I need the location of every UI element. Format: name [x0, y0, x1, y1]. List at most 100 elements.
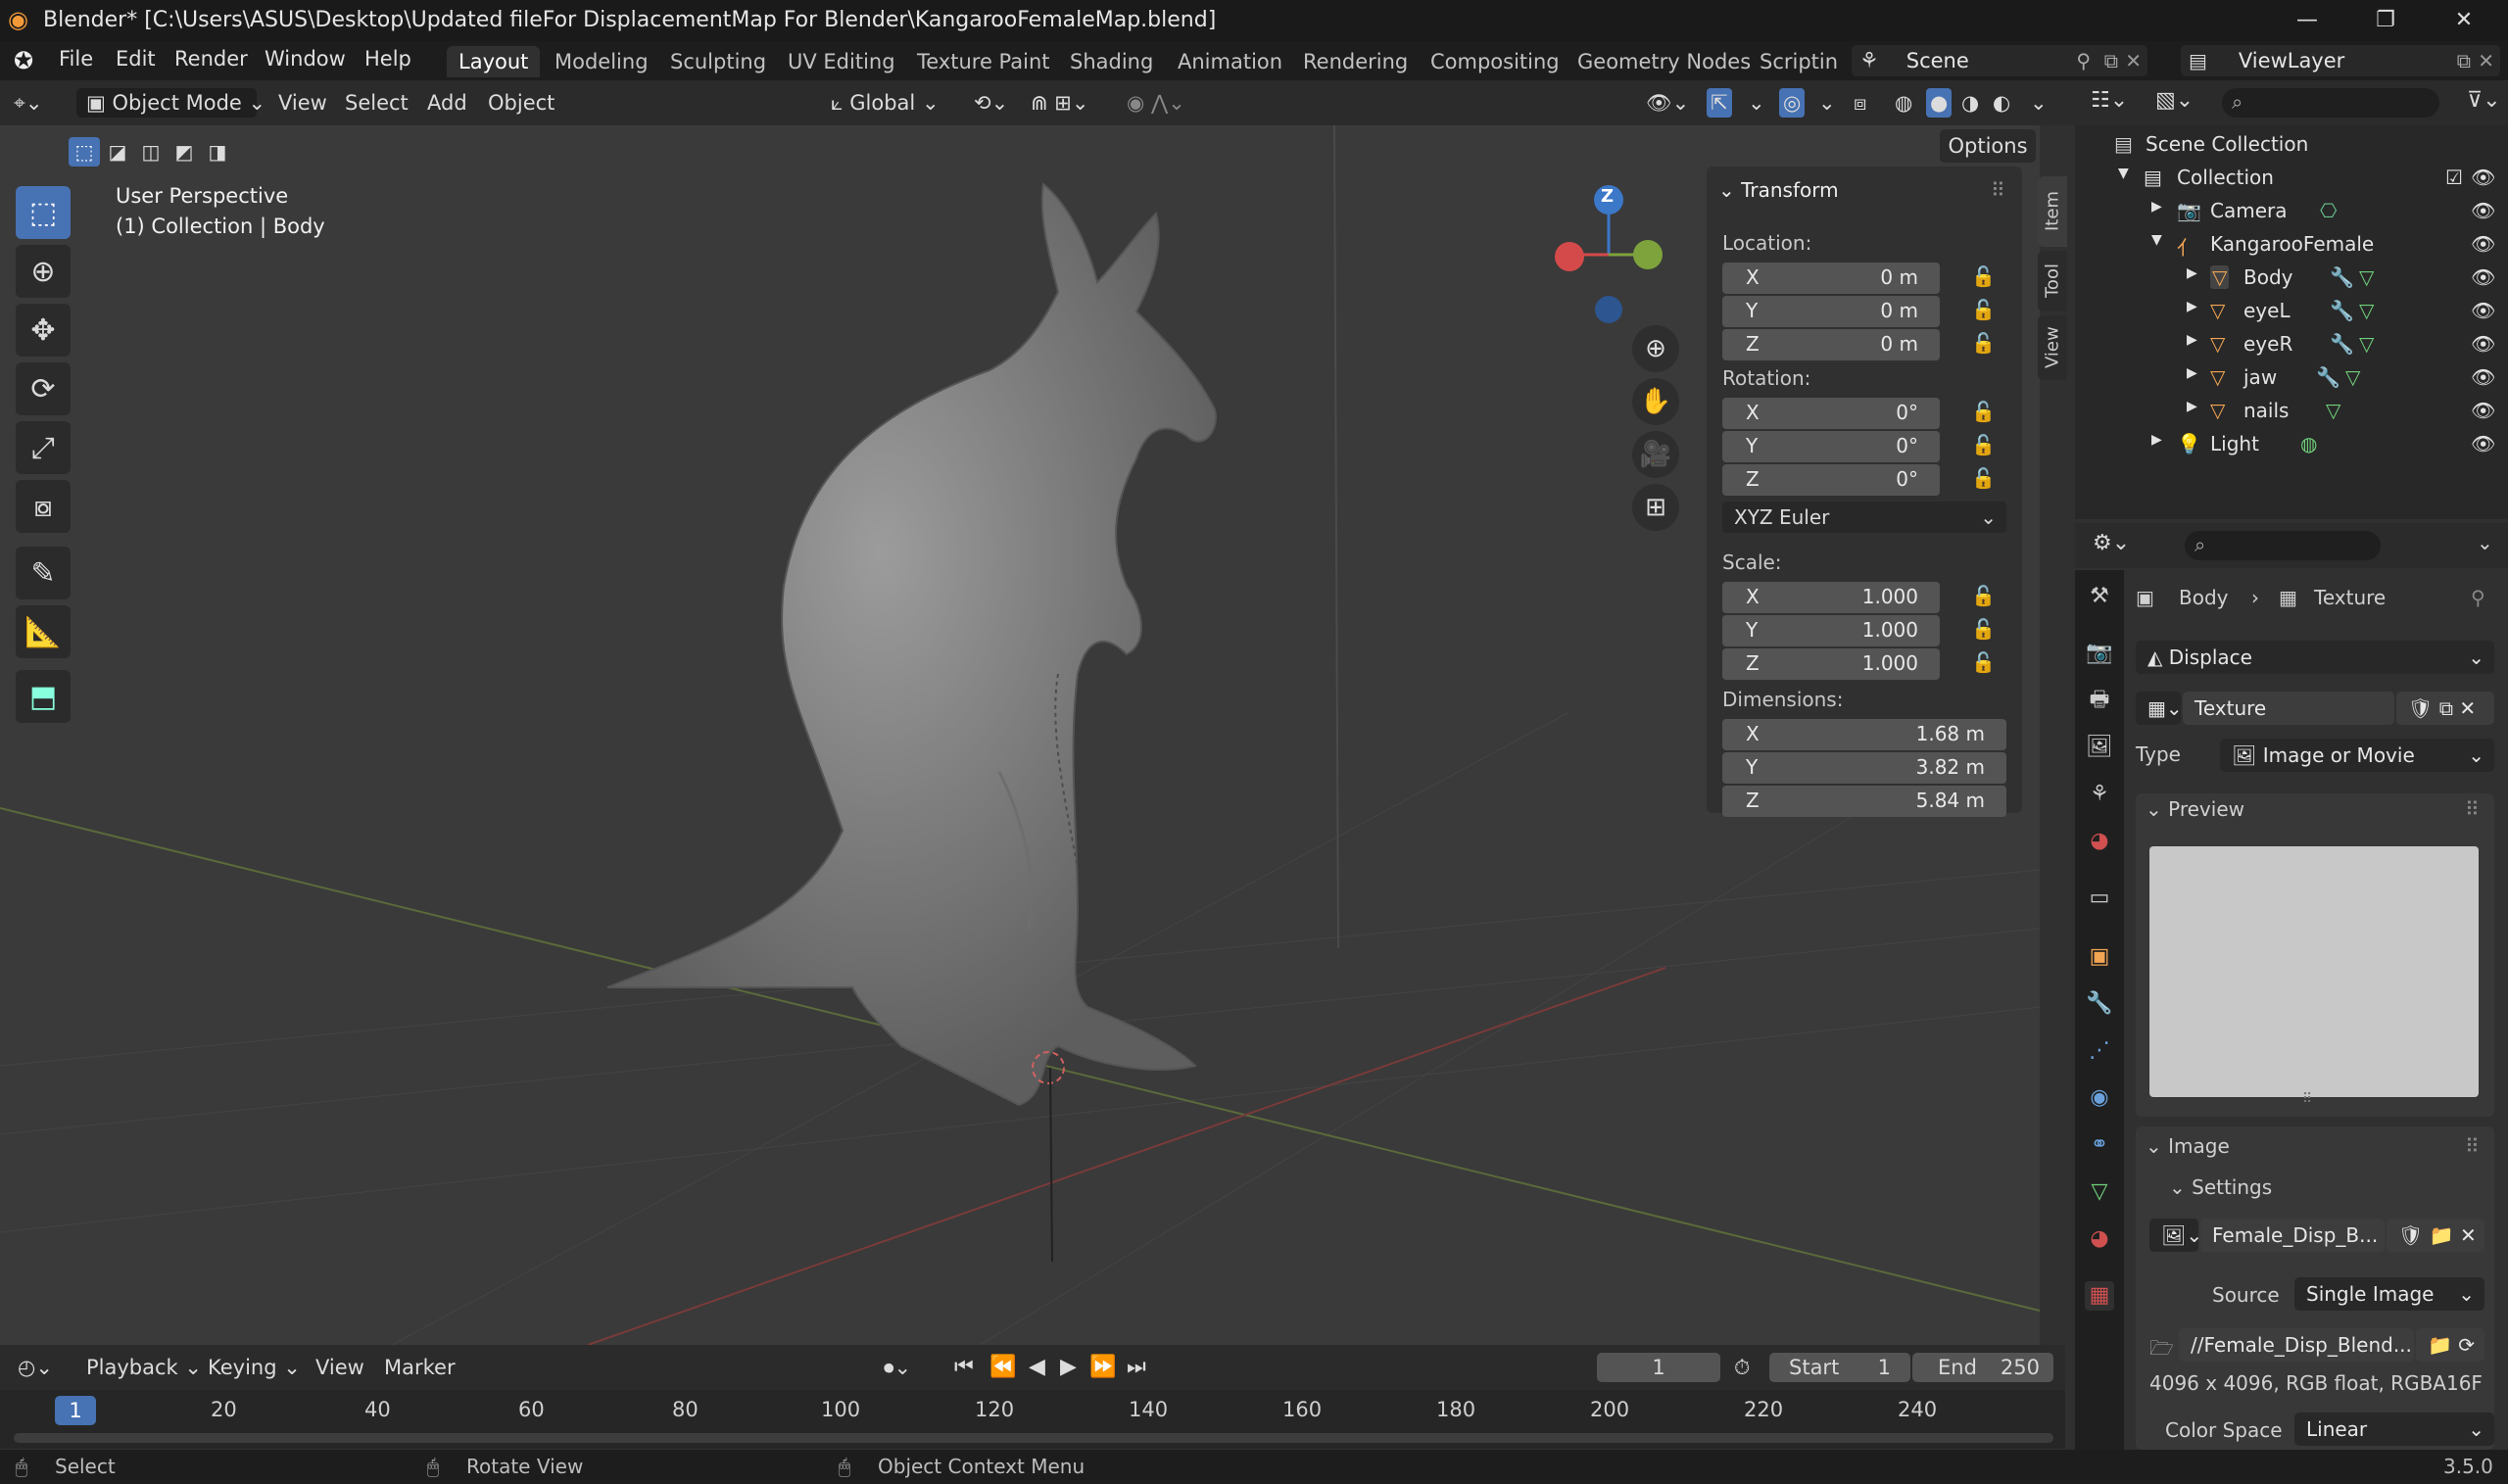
transform-section-header[interactable]: ⌄ Transform: [1718, 178, 1839, 202]
proportional-edit-icon[interactable]: ◉ ⋀⌄: [1127, 88, 1185, 118]
image-browse-icon[interactable]: 🖼⌄: [2149, 1219, 2198, 1252]
outliner-row[interactable]: ▶ 📷 Camera ⎔ 👁: [2075, 194, 2508, 227]
add-cube-tool[interactable]: ⬒: [16, 670, 71, 723]
tab-rendering[interactable]: Rendering: [1291, 46, 1420, 77]
file-actions[interactable]: 📁 ⟳: [2416, 1328, 2484, 1362]
physics-tab-icon[interactable]: ◉: [2085, 1083, 2114, 1113]
eye-icon[interactable]: 👁: [2471, 365, 2495, 389]
outliner-row[interactable]: ▶ ▽ Body 🔧 ▽ 👁: [2075, 261, 2508, 294]
marker-menu[interactable]: Marker: [384, 1353, 456, 1382]
move-tool[interactable]: ✥: [16, 304, 71, 357]
pivot-icon[interactable]: ⟲⌄: [974, 88, 1008, 118]
select-intersect-icon[interactable]: ◨: [202, 137, 233, 167]
close-window-button[interactable]: ✕: [2430, 4, 2498, 37]
expand-icon[interactable]: ▶: [2151, 199, 2162, 215]
lock-icon[interactable]: 🔓: [1971, 466, 1996, 490]
scale-z-field[interactable]: Z 1.000: [1722, 648, 1940, 680]
world-tab-icon[interactable]: ◕: [2085, 827, 2114, 856]
gizmo-toggle-icon[interactable]: ⇱: [1707, 88, 1732, 118]
measure-tool[interactable]: 📐: [16, 605, 71, 658]
expand-icon[interactable]: ▼: [2118, 166, 2129, 181]
properties-search-input[interactable]: ⌕: [2185, 531, 2381, 560]
colorspace-dropdown[interactable]: Linear ⌄: [2294, 1412, 2494, 1446]
menu-window[interactable]: Window: [265, 47, 346, 71]
tab-item[interactable]: Item: [2038, 176, 2067, 247]
tab-layout[interactable]: Layout: [447, 46, 541, 77]
tab-compositing[interactable]: Compositing: [1419, 46, 1571, 77]
transform-orientation-dropdown[interactable]: ⟀ Global ⌄: [831, 88, 940, 118]
jump-start-icon[interactable]: ⏮: [954, 1353, 974, 1382]
outliner-row[interactable]: ▼ ▤ Collection ☑ 👁: [2075, 161, 2508, 194]
preview-header[interactable]: ⌄ Preview: [2146, 797, 2244, 821]
timeline-view-menu[interactable]: View: [315, 1353, 364, 1382]
new-view-layer-icon[interactable]: ⧉: [2457, 49, 2471, 72]
menu-file[interactable]: File: [59, 47, 93, 71]
properties-editor-icon[interactable]: ⚙⌄: [2093, 531, 2130, 555]
zoom-icon[interactable]: ⊕: [1632, 325, 1679, 372]
blender-menu-icon[interactable]: ✪: [14, 47, 33, 74]
wireframe-shading-icon[interactable]: ◍: [1895, 88, 1912, 118]
constraints-tab-icon[interactable]: ⚭: [2085, 1130, 2114, 1160]
eye-icon[interactable]: 👁: [2471, 432, 2495, 455]
camera-view-icon[interactable]: 🎥: [1632, 431, 1679, 478]
playhead[interactable]: 1: [55, 1396, 96, 1425]
texture-tab-icon[interactable]: ▦: [2085, 1281, 2114, 1311]
expand-icon[interactable]: ▶: [2187, 399, 2197, 414]
end-frame-field[interactable]: End 250: [1912, 1353, 2053, 1382]
outliner-row[interactable]: ▶ ▽ jaw 🔧 ▽ 👁: [2075, 360, 2508, 394]
lock-icon[interactable]: 🔓: [1971, 264, 1996, 288]
display-mode-icon[interactable]: ▧⌄: [2155, 88, 2194, 113]
remove-view-layer-icon[interactable]: ✕: [2478, 49, 2494, 72]
cursor-tool[interactable]: ⊕: [16, 245, 71, 298]
rotation-x-field[interactable]: X 0°: [1722, 398, 1940, 429]
filter-icon[interactable]: ⊽⌄: [2467, 88, 2501, 113]
preview-range-icon[interactable]: ⏱: [1734, 1353, 1750, 1382]
menu-add[interactable]: Add: [427, 88, 467, 118]
visibility-icon[interactable]: 👁⌄: [1646, 88, 1689, 118]
settings-header[interactable]: ⌄ Settings: [2169, 1175, 2272, 1199]
select-extend-icon[interactable]: ◪: [102, 137, 133, 167]
xray-icon[interactable]: ⧈: [1854, 88, 1866, 118]
eye-icon[interactable]: 👁: [2471, 166, 2495, 189]
pin-icon[interactable]: ⚲: [2471, 586, 2485, 609]
rotation-y-field[interactable]: Y 0°: [1722, 431, 1940, 462]
scale-y-field[interactable]: Y 1.000: [1722, 615, 1940, 646]
jump-end-icon[interactable]: ⏭: [1127, 1353, 1146, 1382]
select-invert-icon[interactable]: ◩: [169, 137, 200, 167]
new-scene-icon[interactable]: ⧉: [2104, 49, 2118, 72]
rotation-z-field[interactable]: Z 0°: [1722, 464, 1940, 496]
expand-icon[interactable]: ▶: [2187, 332, 2197, 348]
tab-shading[interactable]: Shading: [1058, 46, 1165, 77]
lock-icon[interactable]: 🔓: [1971, 650, 1996, 674]
kangaroo-model[interactable]: [606, 182, 1217, 1107]
location-x-field[interactable]: X 0 m: [1722, 263, 1940, 294]
checkbox-icon[interactable]: ☑: [2445, 166, 2463, 189]
eye-icon[interactable]: 👁: [2471, 399, 2495, 422]
remove-scene-icon[interactable]: ✕: [2125, 49, 2142, 72]
menu-help[interactable]: Help: [364, 47, 411, 71]
source-dropdown[interactable]: Single Image ⌄: [2294, 1277, 2484, 1311]
tab-sculpting[interactable]: Sculpting: [658, 46, 778, 77]
material-tab-icon[interactable]: ◕: [2085, 1224, 2114, 1254]
drag-handle-icon[interactable]: ⠿: [2465, 1134, 2480, 1158]
data-tab-icon[interactable]: ▽: [2085, 1177, 2114, 1207]
modifier-tab-icon[interactable]: 🔧: [2085, 989, 2114, 1019]
outliner-row[interactable]: ▶ ▽ eyeR 🔧 ▽ 👁: [2075, 327, 2508, 360]
expand-icon[interactable]: ▼: [2151, 232, 2162, 248]
transform-tool[interactable]: ⧇: [16, 480, 71, 533]
filepath-field[interactable]: //Female_Disp_Blend...: [2179, 1328, 2414, 1362]
editor-type-icon[interactable]: ⌖⌄: [14, 88, 42, 118]
pin-icon[interactable]: ⚲: [2076, 49, 2091, 72]
render-tab-icon[interactable]: 📷: [2085, 639, 2114, 668]
play-icon[interactable]: ▶: [1060, 1353, 1077, 1382]
texture-name-field[interactable]: Texture: [2183, 692, 2394, 725]
scene-tab-icon[interactable]: ⚘: [2085, 780, 2114, 809]
image-name-field[interactable]: Female_Disp_B...: [2200, 1219, 2385, 1252]
menu-object[interactable]: Object: [488, 88, 555, 118]
lock-icon[interactable]: 🔓: [1971, 298, 1996, 321]
scene-selector[interactable]: ⚘ Scene ⚲ ⧉ ✕: [1852, 45, 2147, 76]
tab-view[interactable]: View: [2038, 315, 2067, 380]
view-layer-selector[interactable]: ▤ ViewLayer ⧉ ✕: [2181, 45, 2500, 76]
eye-icon[interactable]: 👁: [2471, 265, 2495, 289]
expand-icon[interactable]: ▶: [2187, 265, 2197, 281]
